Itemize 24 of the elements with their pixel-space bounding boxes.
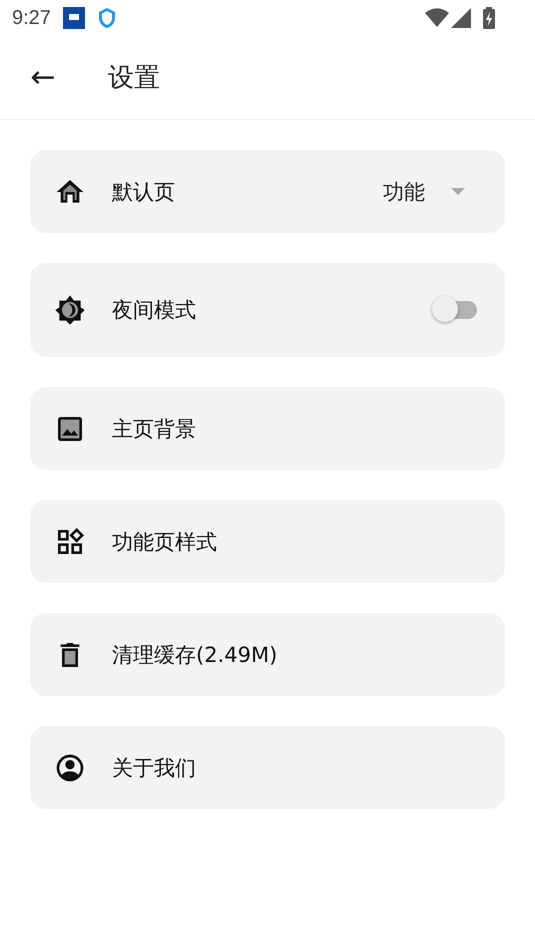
item-label: 功能页样式 bbox=[112, 528, 218, 556]
item-label: 夜间模式 bbox=[112, 297, 197, 324]
item-label: 默认页 bbox=[112, 178, 176, 206]
battery-icon bbox=[483, 7, 495, 29]
dropdown-value[interactable]: 功能 bbox=[383, 178, 425, 206]
item-label: 清理缓存(2.49M) bbox=[112, 642, 278, 668]
shield-icon bbox=[96, 7, 117, 29]
account-icon bbox=[54, 752, 86, 784]
settings-item[interactable]: 功能页样式 bbox=[30, 500, 505, 583]
wifi-icon bbox=[425, 8, 449, 28]
item-label: 主页背景 bbox=[112, 416, 197, 442]
status-time: 9:27 bbox=[12, 6, 51, 30]
back-button[interactable]: ← bbox=[26, 58, 60, 98]
app-notification-icon bbox=[62, 7, 85, 29]
caret-icon[interactable] bbox=[451, 188, 465, 196]
signal-icon bbox=[451, 8, 471, 28]
settings-item[interactable]: 关于我们 bbox=[30, 726, 505, 809]
settings-item[interactable]: 主页背景 bbox=[30, 387, 505, 470]
settings-item[interactable]: 清理缓存(2.49M) bbox=[30, 613, 505, 696]
settings-item[interactable]: 夜间模式 bbox=[30, 263, 505, 357]
page-title: 设置 bbox=[108, 62, 160, 95]
moon-badge-icon bbox=[54, 294, 86, 326]
settings-item[interactable]: 默认页 功能 bbox=[30, 150, 505, 233]
item-label: 关于我们 bbox=[112, 754, 197, 782]
